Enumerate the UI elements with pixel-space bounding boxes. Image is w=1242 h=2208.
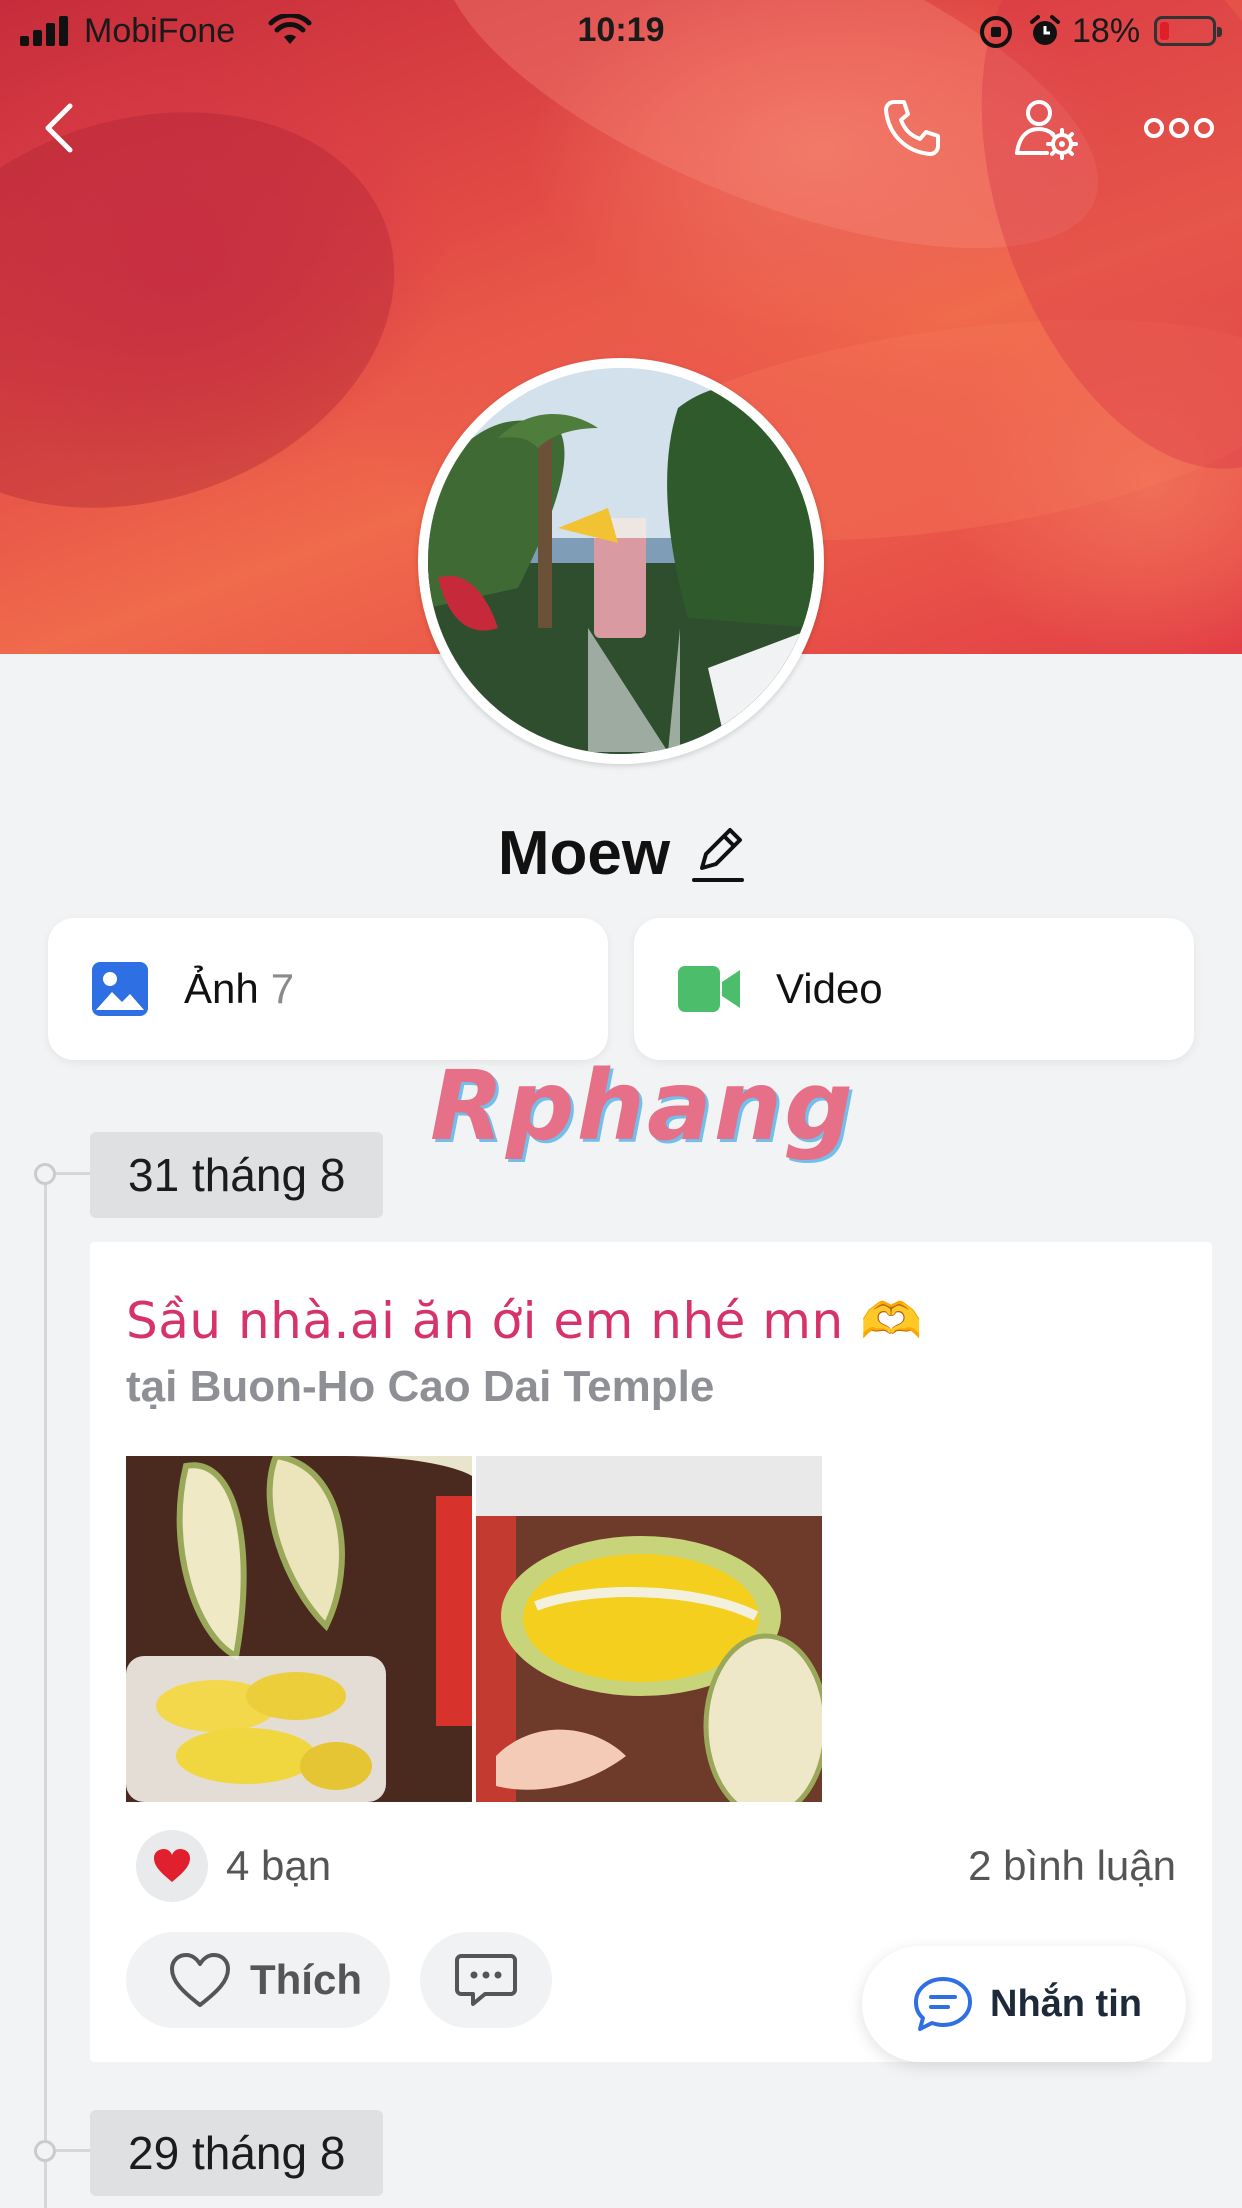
profile-name-row: Moew	[0, 818, 1242, 889]
heart-outline-icon	[170, 1953, 230, 2007]
comment-icon	[455, 1954, 517, 2006]
post-card[interactable]: Sầu nhà.ai ăn ới em nhé mn 🫶 tại Buon-Ho…	[90, 1242, 1212, 2062]
battery-level	[1160, 22, 1169, 40]
message-button[interactable]: Nhắn tin	[862, 1946, 1186, 2062]
profile-settings-button[interactable]	[1010, 92, 1082, 164]
timeline-connector	[56, 2149, 90, 2152]
battery-percentage: 18%	[1072, 12, 1141, 50]
orientation-lock-icon	[980, 16, 1012, 48]
back-button[interactable]	[24, 92, 96, 164]
watermark-logo: Rphang	[430, 1050, 855, 1162]
battery-icon	[1154, 16, 1222, 46]
photos-label: Ảnh	[184, 965, 259, 1012]
video-button[interactable]: Video	[634, 918, 1194, 1060]
like-label: Thích	[250, 1956, 362, 2003]
durian-photo-1	[126, 1456, 472, 1802]
reaction-badge	[136, 1830, 208, 1902]
status-bar: MobiFone 10:19 18%	[0, 0, 1242, 62]
date-header: 29 tháng 8	[90, 2110, 384, 2196]
call-button[interactable]	[876, 92, 948, 164]
pencil-icon[interactable]	[692, 824, 745, 884]
timeline-connector	[56, 1172, 90, 1175]
photos-button[interactable]: Ảnh 7	[48, 918, 608, 1060]
reaction-summary[interactable]: 4 bạn 2 bình luận	[126, 1830, 1176, 1902]
comment-button[interactable]	[420, 1932, 552, 2028]
timeline-dot	[34, 2140, 56, 2162]
like-button[interactable]: Thích	[126, 1932, 390, 2028]
photos-count: 7	[270, 965, 295, 1012]
post-photo[interactable]	[476, 1456, 822, 1802]
durian-photo-2	[476, 1456, 822, 1802]
video-label: Video	[776, 965, 883, 1012]
more-options-button[interactable]	[1140, 92, 1218, 164]
avatar-image	[428, 368, 814, 754]
chat-bubble-icon	[914, 1977, 972, 2031]
comment-count[interactable]: 2 bình luận	[968, 1842, 1176, 1890]
post-photo[interactable]	[126, 1456, 472, 1802]
date-header: 31 tháng 8	[90, 1132, 384, 1218]
user-settings-icon	[1015, 100, 1078, 160]
timeline-line	[44, 1174, 47, 2208]
alarm-icon	[1030, 15, 1060, 45]
phone-icon	[884, 100, 940, 156]
post-location[interactable]: tại Buon-Ho Cao Dai Temple	[126, 1362, 714, 1412]
post-caption: Sầu nhà.ai ăn ới em nhé mn 🫶	[126, 1292, 923, 1350]
message-label: Nhắn tin	[990, 1982, 1142, 2025]
profile-name: Moew	[497, 819, 671, 888]
video-camera-icon	[678, 966, 740, 1012]
avatar[interactable]	[418, 358, 824, 764]
back-icon	[45, 103, 73, 153]
reaction-count: 4 bạn	[226, 1842, 332, 1889]
heart-icon	[154, 1849, 190, 1882]
image-icon	[92, 962, 148, 1016]
timeline-dot	[34, 1163, 56, 1185]
more-icon	[1144, 118, 1214, 138]
